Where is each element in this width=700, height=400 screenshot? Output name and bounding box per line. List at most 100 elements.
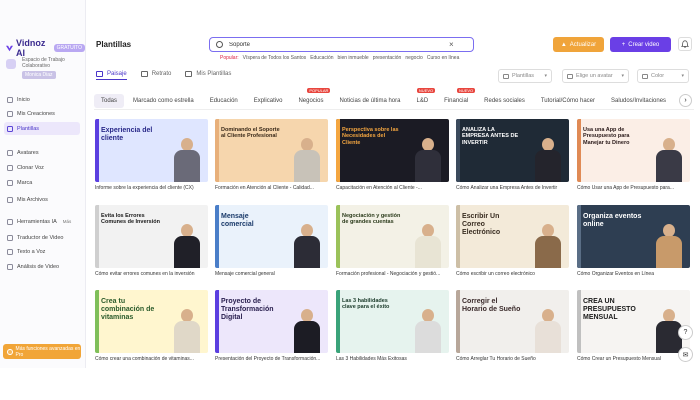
- sidebar-item-10[interactable]: Texto a Voz: [4, 245, 80, 258]
- sidebar-item-5[interactable]: Clonar Voz: [4, 161, 80, 174]
- search-input[interactable]: [229, 41, 449, 48]
- avatar-presenter: [294, 309, 320, 353]
- sidebar-item-7[interactable]: Mis Archivos: [4, 193, 80, 206]
- popular-search-chip[interactable]: bien inmueble: [338, 55, 369, 61]
- template-card[interactable]: Experiencia del cliente Informe sobre la …: [95, 119, 208, 191]
- template-card[interactable]: Organiza eventos online Cómo Organizar Ev…: [577, 205, 690, 277]
- workspace-selector[interactable]: Espacio de Trabajo Colaborativo Monica D…: [6, 57, 80, 81]
- template-card[interactable]: Proyecto de Transformación Digital Presen…: [215, 290, 328, 362]
- category-bar: Todas Marcado como estrella Educación Expli…: [94, 87, 694, 110]
- template-thumbnail[interactable]: Proyecto de Transformación Digital: [215, 290, 328, 353]
- category-chip[interactable]: Todas: [94, 93, 125, 108]
- avatar-presenter: [535, 138, 561, 182]
- tab-2[interactable]: Retrato: [140, 68, 171, 80]
- upgrade-button[interactable]: ▲ Actualizar: [553, 37, 604, 52]
- popular-search-chip[interactable]: negocio: [405, 55, 423, 61]
- upgrade-banner[interactable]: Más funciones avanzadas en Pro: [3, 344, 81, 359]
- sidebar-item-label: Mis Creaciones: [17, 110, 55, 117]
- category-chip[interactable]: Explicativo: [247, 94, 290, 108]
- filter-avatar[interactable]: Elige un avatar ▾: [562, 69, 629, 83]
- template-card[interactable]: Negociación y gestión de grandes cuentas…: [336, 205, 449, 277]
- template-thumbnail[interactable]: Perspectiva sobre las Necesidades del Cl…: [336, 119, 449, 182]
- sidebar-item-4[interactable]: Avatares: [4, 146, 80, 159]
- sidebar-item-3[interactable]: Plantillas: [4, 122, 80, 135]
- template-thumbnail[interactable]: Crea tu combinación de vitaminas: [95, 290, 208, 353]
- template-caption: Formación profesional - Negociación y ge…: [336, 271, 441, 277]
- translate-icon: [7, 234, 13, 241]
- category-chip[interactable]: Saludos/Invitaciones: [604, 94, 673, 108]
- category-label: Saludos/Invitaciones: [611, 97, 667, 104]
- template-thumbnail[interactable]: Negociación y gestión de grandes cuentas: [336, 205, 449, 268]
- category-chip[interactable]: Negocios POPULAR: [291, 87, 331, 108]
- app-logo[interactable]: Vidnoz AI GRATUITO: [6, 38, 85, 58]
- tab-1[interactable]: Paisaje: [96, 68, 127, 80]
- brand-icon: [7, 179, 13, 186]
- popular-search-chip[interactable]: presentación: [373, 55, 402, 61]
- help-icon[interactable]: ?: [678, 325, 693, 340]
- template-card[interactable]: ANALIZA LA EMPRESA ANTES DE INVERTIR Cómo…: [456, 119, 569, 191]
- sidebar-item-11[interactable]: Análisis de Video: [4, 260, 80, 273]
- template-card[interactable]: Usa una App de Presupuesto para Manejar …: [577, 119, 690, 191]
- popular-search-chip[interactable]: Curso en línea: [427, 55, 460, 61]
- chevron-down-icon: ▾: [681, 73, 684, 79]
- category-chip[interactable]: Educación: [203, 94, 245, 108]
- notification-bell-icon[interactable]: [678, 37, 692, 51]
- category-chip[interactable]: Marcado como estrella: [126, 94, 201, 108]
- template-thumbnail[interactable]: Escribir Un Correo Electrónico: [456, 205, 569, 268]
- category-label: Todas: [101, 97, 118, 104]
- category-chip[interactable]: Noticias de última hora: [332, 94, 407, 108]
- plus-icon: +: [621, 41, 626, 48]
- popular-search-chip[interactable]: Educación: [310, 55, 333, 61]
- upgrade-button-label: Actualizar: [569, 41, 597, 48]
- category-chip[interactable]: Financial NUEVO: [437, 87, 476, 108]
- filter-color[interactable]: Color ▾: [637, 69, 689, 83]
- category-label: L&D: [416, 97, 429, 104]
- popular-search-chip[interactable]: Víspera de Todos los Santos: [243, 55, 307, 61]
- template-card[interactable]: Dominando el Soporte al Cliente Profesio…: [215, 119, 328, 191]
- analysis-icon: [7, 263, 13, 270]
- sidebar-item-2[interactable]: Mis Creaciones: [4, 107, 80, 120]
- chevron-down-icon: ▾: [544, 73, 547, 79]
- sidebar-item-8[interactable]: Herramientas IA Más: [4, 215, 80, 228]
- sidebar-item-1[interactable]: Inicio: [4, 93, 80, 106]
- template-card[interactable]: Las 3 habilidades clave para el éxito Las…: [336, 290, 449, 362]
- clear-search-icon[interactable]: ×: [449, 40, 454, 49]
- template-card[interactable]: Evita los Errores Comunes de Inversión Có…: [95, 205, 208, 277]
- sidebar-item-6[interactable]: Marca: [4, 176, 80, 189]
- thumbnail-title: Organiza eventos online: [583, 213, 642, 229]
- template-card[interactable]: Crea tu combinación de vitaminas Cómo cre…: [95, 290, 208, 362]
- template-card[interactable]: Perspectiva sobre las Necesidades del Cl…: [336, 119, 449, 191]
- template-thumbnail[interactable]: Las 3 habilidades clave para el éxito: [336, 290, 449, 353]
- template-thumbnail[interactable]: Experiencia del cliente: [95, 119, 208, 182]
- category-chip[interactable]: L&D NUEVO: [409, 87, 436, 108]
- template-thumbnail[interactable]: Mensaje comercial: [215, 205, 328, 268]
- sidebar-item-9[interactable]: Traductor de Video: [4, 231, 80, 244]
- template-thumbnail[interactable]: Usa una App de Presupuesto para Manejar …: [577, 119, 690, 182]
- category-chip[interactable]: Tutorial/Cómo hacer: [534, 94, 602, 108]
- presenter-body: [656, 236, 682, 268]
- feedback-icon[interactable]: ✉: [678, 347, 693, 362]
- template-card[interactable]: CREA UN PRESUPUESTO MENSUAL Cómo Crear un…: [577, 290, 690, 362]
- create-video-label: Crear video: [628, 41, 660, 48]
- template-card[interactable]: Escribir Un Correo Electrónico Cómo escri…: [456, 205, 569, 277]
- category-chip[interactable]: Redes sociales: [477, 94, 532, 108]
- scroll-right-icon[interactable]: ›: [679, 94, 692, 107]
- template-thumbnail[interactable]: CREA UN PRESUPUESTO MENSUAL: [577, 290, 690, 353]
- template-thumbnail[interactable]: Evita los Errores Comunes de Inversión: [95, 205, 208, 268]
- template-card[interactable]: Corregir el Horario de Sueño Cómo Arregla…: [456, 290, 569, 362]
- thumbnail-accent: [215, 205, 219, 268]
- filter-templates[interactable]: Plantillas ▾: [498, 69, 552, 83]
- tab-3[interactable]: Mis Plantillas: [185, 68, 231, 80]
- template-thumbnail[interactable]: Corregir el Horario de Sueño: [456, 290, 569, 353]
- create-video-button[interactable]: + Crear video: [610, 37, 671, 52]
- category-label: Financial: [444, 97, 469, 104]
- search-box[interactable]: ×: [209, 37, 474, 52]
- template-thumbnail[interactable]: ANALIZA LA EMPRESA ANTES DE INVERTIR: [456, 119, 569, 182]
- tab-label: Paisaje: [107, 70, 127, 77]
- template-caption: Cómo crear una combinación de vitaminas.…: [95, 356, 194, 362]
- thumbnail-accent: [456, 119, 460, 182]
- thumbnail-accent: [215, 290, 219, 353]
- template-thumbnail[interactable]: Dominando el Soporte al Cliente Profesio…: [215, 119, 328, 182]
- template-card[interactable]: Mensaje comercial Mensaje comercial gener…: [215, 205, 328, 277]
- template-thumbnail[interactable]: Organiza eventos online: [577, 205, 690, 268]
